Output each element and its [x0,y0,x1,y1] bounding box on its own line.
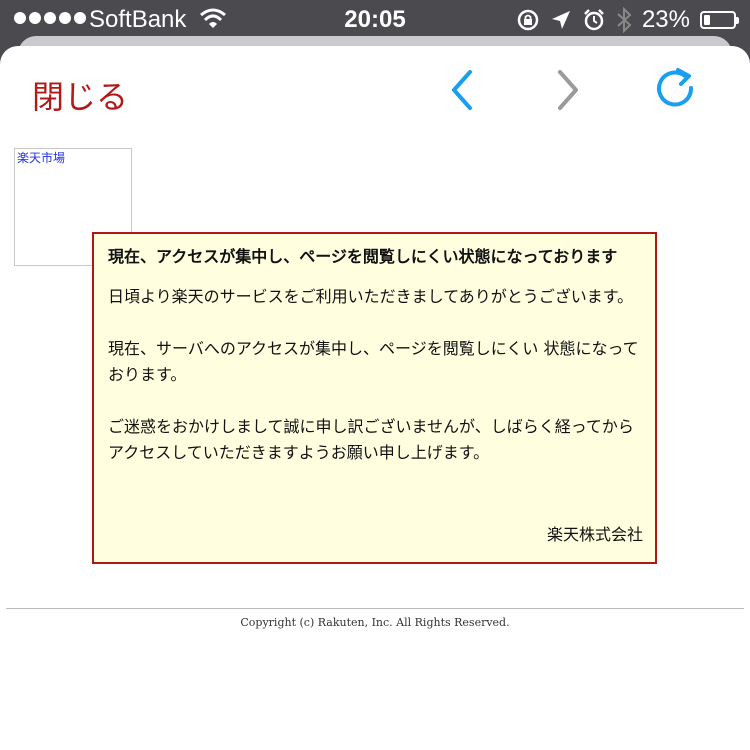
company-signature: 楽天株式会社 [546,525,643,544]
battery-percentage: 23% [641,6,690,33]
notice-title: 現在、アクセスが集中し、ページを閲覧しにくい状態になっております [108,247,618,266]
notice-paragraph-apology: ご迷惑をおかけしまして誠に申し訳ございませんが、しばらく経ってからアクセスしてい… [108,417,634,462]
web-view-sheet: 閉じる 楽天市場 現在、アクセスが集中し、ページを閲覧しにくい状態になっておりま… [0,46,750,750]
notice-paragraph-greeting: 日頃より楽天のサービスをご利用いただきましてありがとうございます。 [108,287,634,306]
notice-box: 現在、アクセスが集中し、ページを閲覧しにくい状態になっております 日頃より楽天の… [92,232,657,564]
location-icon [551,11,570,29]
copyright-text: Copyright (c) Rakuten, Inc. All Rights R… [240,616,510,629]
status-bar: SoftBank 20:05 23% [0,0,750,40]
alarm-icon [584,9,604,31]
forward-chevron-icon[interactable] [554,68,582,112]
logo-alt-text[interactable]: 楽天市場 [17,149,65,166]
orientation-lock-icon [517,9,539,31]
notice-paragraph-status: 現在、サーバへのアクセスが集中し、ページを閲覧しにくい 状態になっております。 [108,339,639,384]
back-chevron-icon[interactable] [448,68,476,112]
reload-icon[interactable] [652,66,698,112]
close-button[interactable]: 閉じる [32,72,128,118]
footer-divider [6,608,744,609]
bluetooth-icon [617,7,632,33]
battery-icon [700,11,739,29]
